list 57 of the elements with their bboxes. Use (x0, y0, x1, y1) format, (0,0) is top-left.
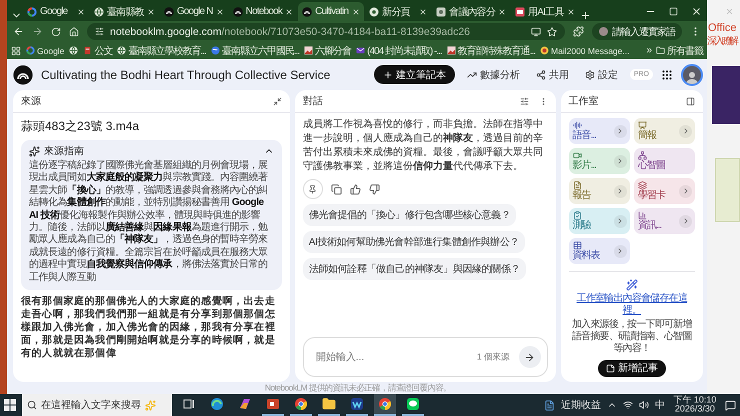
browser-tab[interactable]: Google (23, 2, 89, 21)
studio-tile[interactable]: 語音... (568, 118, 630, 144)
browser-tab[interactable]: Cultivatin (298, 2, 364, 21)
browser-tab[interactable]: Google N (160, 2, 228, 21)
studio-tile[interactable]: 影片... (568, 148, 630, 174)
guide-summary: 這份逐字稿紀錄了國際佛光會基層組織的月例會現場，展現出成員間如大家庭般的凝聚力與宗教實踐。內容圍繞著星雲大師「換心」的教導，強調透過參與會務將內心的糾結轉化為集體創作的動能，並特別讚揚秘書善用 Google AI 技術優化海報製作與辦公效率，體現與時俱進的影響力。隨後，法師以廣結善緣與因緣果報為題進行開示，勉勵眾人應成為自己的「神隊友」，透過色身的暫時辛勞來成就長遠的修行資糧。全篇宗旨在於呼籲成員在服務大眾的過程中實現自我覺察與信仰傳承，將佛法落實於日常的工作與人際互動 (29, 160, 269, 284)
analytics-button[interactable]: 數據分析 (462, 65, 524, 84)
notebook-title: Cultivating the Bodhi Heart Through Collective Service (41, 68, 332, 82)
panel-title: 來源 (21, 94, 41, 108)
taskbar-search-field[interactable]: 在這裡輸入文字來搜尋 (22, 394, 172, 416)
browser-tab[interactable]: 臺南縣教 (90, 2, 159, 21)
suggestion-chip[interactable]: 法師如何詮釋「做自己的神隊友」與因緣的關係？ (302, 258, 526, 280)
chat-answer: 成員將工作視為喜悅的修行，而非負擔。法師在指導中進一步說明，個人應成為自己的神隊友，透過目前的辛苦付出累積未來成佛的資糧。最後，會議呼籲大眾共同守護佛教事業，並將這份信仰力量代代傳承下去。 (302, 118, 544, 174)
bookmark[interactable]: 臺南縣立六甲國民... (210, 44, 300, 58)
bookmark[interactable]: 臺南縣立學校教育... (117, 44, 206, 58)
ime-indicator[interactable]: 中 (655, 398, 666, 412)
studio-tile[interactable]: 資訊... (634, 208, 695, 234)
browser-tab[interactable]: Notebook (228, 2, 298, 21)
news-widget[interactable]: 近期收益 (561, 398, 602, 412)
studio-hint: 加入來源後，按一下即可新增語音摘要、研讀指南、心智圖等內容！ (571, 318, 693, 355)
source-count: 1 個來源 (477, 352, 510, 363)
bookmark[interactable]: (404 封尚未讀取) -... (356, 44, 442, 58)
message-input[interactable]: 開始輸入... (314, 350, 468, 364)
studio-output-link[interactable]: 工作室輸出內容會儲存在這裡。 (568, 292, 695, 317)
learn-more-link[interactable]: 深入瞭解 (707, 34, 737, 48)
studio-tile[interactable]: 測驗 (568, 208, 630, 234)
settings-button[interactable]: 設定 (580, 65, 622, 84)
studio-tile[interactable]: 心智圖 (634, 148, 695, 174)
panel-title: 工作室 (568, 94, 599, 108)
bookmark[interactable]: Mail2000 Message... (540, 46, 630, 56)
brand-text: Office (708, 22, 737, 34)
suggestion-chip[interactable]: 佛光會提倡的「換心」修行包含哪些核心意義？ (302, 204, 516, 226)
bookmark[interactable]: 公文 (83, 44, 112, 58)
disclaimer-text: NotebookLM 提供的資訊未必正確，請查證回覆內容。 (264, 382, 452, 394)
studio-tile[interactable]: 資料表 (568, 238, 630, 264)
panel-title: 對話 (302, 94, 323, 108)
more-bookmarks-button[interactable]: » (646, 45, 651, 56)
studio-tile[interactable]: 簡報 (634, 118, 695, 144)
studio-tile[interactable]: 學習卡 (634, 178, 695, 204)
studio-tile[interactable]: 報告 (568, 178, 630, 204)
browser-tab[interactable]: 會議內容分 (432, 2, 510, 21)
all-bookmarks-button[interactable]: 所有書籤 (656, 44, 703, 58)
create-notebook-button[interactable]: 建立筆記本 (374, 65, 455, 84)
bookmark[interactable]: Google (26, 46, 64, 56)
suggestion-chip[interactable]: AI技術如何幫助佛光會幹部進行集體創作與辦公？ (302, 231, 526, 253)
share-button[interactable]: 共用 (532, 65, 573, 84)
browser-tab[interactable]: 用AI工具 (511, 2, 579, 21)
add-note-button[interactable]: 新增記事 (598, 360, 666, 377)
profile-button[interactable]: 請輸入遷實家語 (592, 23, 682, 40)
clock[interactable]: 下午 10:10 2026/3/30 (674, 396, 717, 414)
source-title: 蒜頭483之23號 3.m4a (21, 118, 140, 135)
browser-tab[interactable]: 新分頁 (365, 2, 432, 21)
bookmark[interactable]: 教育部特殊教育通... (446, 44, 536, 58)
transcript-text: 很有那個家庭的那個佛光人的大家庭的感覺啊，出去走走吾心啊，那我們我們那一組就是有分享到那個那個怎樣跟加入佛光會，加入佛光會的因緣，那我有分享在裡面，那就是因為我們剛開始啊就是分享的時候啊，就是有的人就就在那個偉 (21, 295, 276, 360)
address-field[interactable]: notebooklm.google.com/notebook/71073e50-3470-4184-ba11-8139e39adc26 (87, 23, 565, 40)
bookmark[interactable]: 六腳分會 (304, 44, 352, 58)
guide-title: 來源指南 (44, 144, 85, 158)
